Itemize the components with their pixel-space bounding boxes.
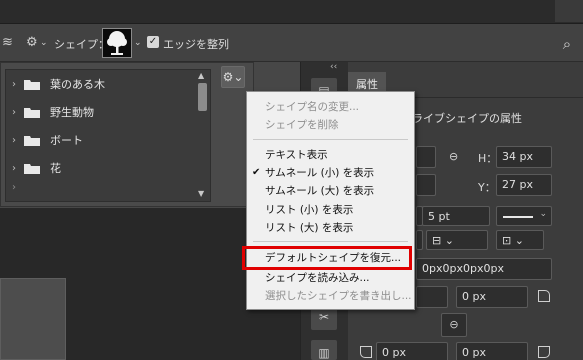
options-bar: ≋ ⚙ ⌄ シェイプ： ⌄ エッジを整列 bbox=[0, 24, 583, 62]
layers-icon[interactable]: ≋ bbox=[2, 35, 13, 50]
title-bar bbox=[0, 0, 583, 24]
menu-item-label: サムネール (小) を表示 bbox=[265, 167, 375, 179]
chevron-right-icon[interactable]: › bbox=[12, 107, 24, 118]
chevron-right-icon[interactable]: › bbox=[12, 79, 24, 90]
shape-folder-list: › 葉のある木 › 野生動物 › ボート › 花 › bbox=[5, 69, 211, 202]
document-canvas-edge[interactable] bbox=[0, 278, 66, 360]
list-item[interactable]: › bbox=[6, 182, 210, 193]
corner-tr-icon bbox=[538, 290, 550, 302]
folder-icon bbox=[24, 135, 40, 146]
menu-item-import-shapes[interactable]: シェイプを読み込み... bbox=[265, 270, 370, 286]
folder-icon bbox=[24, 79, 40, 90]
folder-label: 花 bbox=[50, 162, 61, 175]
height-field[interactable]: 34 px bbox=[496, 146, 552, 168]
corner-tr-field[interactable]: 0 px bbox=[456, 286, 528, 308]
menu-separator bbox=[253, 241, 408, 242]
list-item[interactable]: › 野生動物 bbox=[6, 98, 210, 126]
tree-shape-icon bbox=[107, 31, 127, 55]
shape-dropdown-chevron-icon[interactable]: ⌄ bbox=[134, 38, 142, 48]
scroll-down-icon[interactable]: ▼ bbox=[198, 189, 204, 198]
chevron-down-icon[interactable]: ⌄ bbox=[40, 38, 48, 48]
corner-tl-field[interactable] bbox=[416, 286, 448, 308]
corner-br-field[interactable]: 0 px bbox=[456, 342, 528, 360]
scroll-up-icon[interactable]: ▲ bbox=[198, 71, 204, 80]
picker-settings-gear-icon[interactable]: ⚙⌄ bbox=[221, 66, 245, 88]
photoshop-window: ≋ ⚙ ⌄ シェイプ： ⌄ エッジを整列 ✓ ⌕ › 葉のある木 › 野生動物 bbox=[0, 0, 583, 360]
width-field[interactable] bbox=[416, 146, 436, 168]
menu-item-small-thumbnail[interactable]: ✔ サムネール (小) を表示 bbox=[252, 165, 375, 181]
properties-title: ライブシェイプの属性 bbox=[412, 112, 522, 125]
height-label: H： bbox=[478, 152, 498, 165]
align-dropdown-left[interactable] bbox=[416, 230, 423, 250]
shape-label: シェイプ： bbox=[54, 38, 109, 51]
highlight-box bbox=[242, 246, 412, 270]
collapse-panel-icon[interactable]: ‹‹ bbox=[330, 62, 337, 72]
corner-radius-all-field[interactable]: 0px0px0px0px bbox=[416, 258, 552, 280]
menu-item-large-thumbnail[interactable]: サムネール (大) を表示 bbox=[265, 183, 374, 199]
x-field[interactable] bbox=[416, 174, 436, 196]
menu-item-large-list[interactable]: リスト (大) を表示 bbox=[265, 220, 353, 236]
link-corners-icon[interactable]: ⊖ bbox=[441, 313, 467, 337]
stroke-cap-dropdown[interactable]: ⊡ ⌄ bbox=[496, 230, 544, 250]
shape-picker-context-menu: シェイプ名の変更... シェイプを削除 テキスト表示 ✔ サムネール (小) を… bbox=[246, 91, 415, 310]
folder-label: 野生動物 bbox=[50, 106, 94, 119]
align-edges-checkbox[interactable]: ✓ bbox=[147, 36, 159, 48]
stroke-width-field[interactable]: 5 pt bbox=[422, 206, 490, 226]
align-edges-label: エッジを整列 bbox=[163, 38, 229, 51]
checkmark-icon: ✔ bbox=[252, 167, 261, 178]
menu-item-export-selected-shapes[interactable]: 選択したシェイプを書き出し... bbox=[265, 288, 412, 304]
chevron-right-icon[interactable]: › bbox=[12, 182, 24, 193]
chevron-right-icon[interactable]: › bbox=[12, 135, 24, 146]
y-label: Y： bbox=[478, 181, 496, 194]
stroke-type-dropdown[interactable]: ⌄ bbox=[496, 206, 552, 226]
menu-item-delete-shape[interactable]: シェイプを削除 bbox=[265, 117, 339, 133]
corner-bl-field[interactable]: 0 px bbox=[376, 342, 448, 360]
menu-item-rename-shape[interactable]: シェイプ名の変更... bbox=[265, 99, 359, 115]
list-item[interactable]: › ボート bbox=[6, 126, 210, 154]
stroke-align-dropdown[interactable]: ⊟ ⌄ bbox=[426, 230, 488, 250]
list-item[interactable]: › 花 bbox=[6, 154, 210, 182]
gear-icon[interactable]: ⚙ bbox=[26, 35, 38, 50]
folder-icon bbox=[24, 163, 40, 174]
folder-label: 葉のある木 bbox=[50, 78, 105, 91]
scrollbar[interactable]: ▲ ▼ bbox=[197, 71, 209, 201]
menu-item-small-list[interactable]: リスト (小) を表示 bbox=[265, 202, 353, 218]
menu-separator bbox=[253, 139, 408, 140]
chevron-down-icon: ⌄ bbox=[539, 209, 547, 219]
y-field[interactable]: 27 px bbox=[496, 174, 552, 196]
panel-tool-icon[interactable]: ▥ bbox=[311, 340, 337, 360]
search-icon[interactable]: ⌕ bbox=[554, 31, 580, 57]
list-item[interactable]: › 葉のある木 bbox=[6, 70, 210, 98]
folder-label: ボート bbox=[50, 134, 83, 147]
chevron-right-icon[interactable]: › bbox=[12, 163, 24, 174]
shape-preview-thumbnail[interactable] bbox=[102, 28, 132, 58]
shape-picker-panel: › 葉のある木 › 野生動物 › ボート › 花 › ▲ ▼ bbox=[0, 62, 254, 207]
link-dimensions-icon[interactable]: ⊖ bbox=[449, 150, 458, 163]
folder-icon bbox=[24, 107, 40, 118]
window-control[interactable] bbox=[555, 0, 583, 22]
scrollbar-thumb[interactable] bbox=[198, 83, 207, 111]
corner-bl-icon bbox=[360, 346, 372, 358]
corner-br-icon bbox=[538, 346, 550, 358]
menu-item-text-only[interactable]: テキスト表示 bbox=[265, 147, 328, 163]
